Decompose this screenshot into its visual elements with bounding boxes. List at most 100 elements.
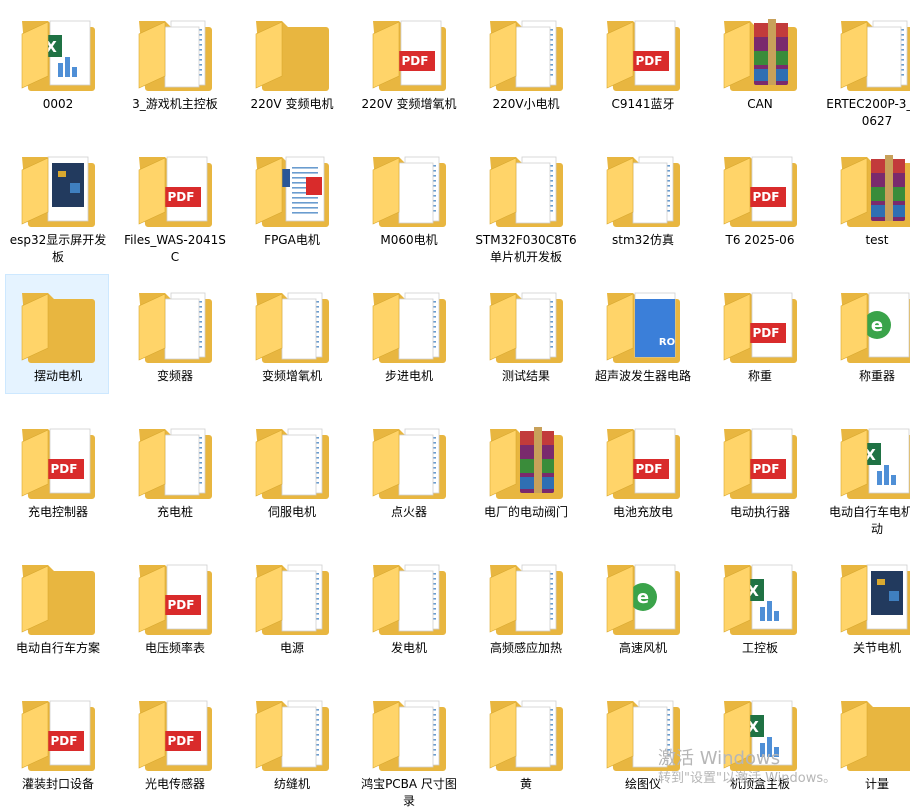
- folder-doc-icon: [248, 279, 336, 367]
- folder-item[interactable]: 关节电机: [824, 546, 910, 666]
- folder-label: 称重器: [858, 369, 895, 383]
- svg-text:PDF: PDF: [753, 326, 780, 340]
- folder-label: 计量: [864, 777, 889, 791]
- folder-pdf-icon: PDF: [131, 143, 219, 231]
- svg-text:PDF: PDF: [168, 190, 195, 204]
- folder-pdf-icon: PDF: [716, 415, 804, 503]
- folder-label: 摆动电机: [33, 369, 82, 383]
- file-grid: X 0002 3_游戏机主控板 220V 变频电机 PDF 220V 变频增氧机 220V小…: [0, 0, 910, 808]
- folder-label: 变频增氧机: [261, 369, 322, 383]
- folder-doc-icon: [482, 687, 570, 775]
- svg-text:PDF: PDF: [168, 734, 195, 748]
- folder-label: 工控板: [741, 641, 778, 655]
- folder-item[interactable]: 发电机: [356, 546, 460, 666]
- folder-item[interactable]: X电动自行车电机驱动: [824, 410, 910, 536]
- folder-label: ERTEC200P-3_240627: [826, 97, 910, 128]
- folder-label: stm32仿真: [612, 233, 674, 247]
- svg-text:PDF: PDF: [168, 598, 195, 612]
- folder-doc-icon: [248, 551, 336, 639]
- folder-label: 电动执行器: [729, 505, 790, 519]
- folder-item[interactable]: PDF C9141蓝牙: [590, 2, 694, 122]
- folder-item[interactable]: PDF 光电传感器: [122, 682, 226, 802]
- folder-label: 电压频率表: [144, 641, 205, 655]
- folder-item[interactable]: 变频器: [122, 274, 226, 394]
- folder-doc-icon: [365, 551, 453, 639]
- folder-item[interactable]: STM32F030C8T6单片机开发板: [473, 138, 577, 264]
- folder-empty-icon: [14, 279, 102, 367]
- folder-label: 鸿宝PCBA 尺寸图录: [361, 777, 457, 808]
- folder-item[interactable]: PDF 电池充放电: [590, 410, 694, 530]
- folder-item[interactable]: PDF T6 2025-06: [707, 138, 811, 258]
- folder-item[interactable]: stm32仿真: [590, 138, 694, 258]
- folder-label: 点火器: [390, 505, 427, 519]
- folder-label: 测试结果: [501, 369, 550, 383]
- folder-doc-icon: [365, 687, 453, 775]
- folder-excel-icon: X: [14, 7, 102, 95]
- svg-text:e: e: [637, 587, 649, 608]
- folder-item[interactable]: esp32显示屏开发板: [5, 138, 109, 264]
- folder-item[interactable]: PDF 充电控制器: [5, 410, 109, 530]
- folder-item[interactable]: e 高速风机: [590, 546, 694, 666]
- folder-item[interactable]: RO 超声波发生器电路: [590, 274, 694, 394]
- folder-empty-icon: [14, 551, 102, 639]
- folder-item[interactable]: 黄: [473, 682, 577, 802]
- folder-item[interactable]: 220V小电机: [473, 2, 577, 122]
- folder-doc-icon: [131, 415, 219, 503]
- folder-pdf-icon: PDF: [131, 551, 219, 639]
- folder-item[interactable]: X 工控板: [707, 546, 811, 666]
- folder-item[interactable]: 高频感应加热: [473, 546, 577, 666]
- folder-item[interactable]: 充电桩: [122, 410, 226, 530]
- folder-pdf-icon: PDF: [365, 7, 453, 95]
- folder-item[interactable]: PDF 称重: [707, 274, 811, 394]
- folder-item[interactable]: PDF 电动执行器: [707, 410, 811, 530]
- folder-item[interactable]: e 称重器: [824, 274, 910, 394]
- activation-subtitle: 转到"设置"以激活 Windows。: [658, 771, 837, 786]
- folder-label: 发电机: [390, 641, 427, 655]
- svg-text:PDF: PDF: [51, 734, 78, 748]
- folder-label: 步进电机: [384, 369, 433, 383]
- folder-empty-icon: [833, 687, 910, 775]
- folder-item[interactable]: FPGA电机: [239, 138, 343, 258]
- folder-label: 黄: [519, 777, 532, 791]
- folder-item[interactable]: 电源: [239, 546, 343, 666]
- folder-item[interactable]: PDF Files_WAS-2041SC: [122, 138, 226, 264]
- folder-item[interactable]: 摆动电机: [5, 274, 109, 394]
- folder-item[interactable]: PDF 电压频率表: [122, 546, 226, 666]
- folder-item[interactable]: 伺服电机: [239, 410, 343, 530]
- folder-item[interactable]: 测试结果: [473, 274, 577, 394]
- folder-doc-icon: [833, 7, 910, 95]
- folder-label: C9141蓝牙: [611, 97, 675, 111]
- folder-doc-icon: [482, 551, 570, 639]
- folder-item[interactable]: X 0002: [5, 2, 109, 122]
- folder-pdf-icon: PDF: [131, 687, 219, 775]
- folder-label: esp32显示屏开发板: [9, 233, 107, 264]
- folder-item[interactable]: 电动自行车方案: [5, 546, 109, 666]
- folder-item[interactable]: M060电机: [356, 138, 460, 258]
- folder-doc-icon: [482, 7, 570, 95]
- folder-pdf-icon: PDF: [14, 687, 102, 775]
- folder-item[interactable]: 电厂的电动阀门: [473, 410, 577, 530]
- folder-winrar-icon: [716, 7, 804, 95]
- folder-label: 灌装封口设备: [21, 777, 94, 791]
- folder-label: 220V 变频增氧机: [361, 97, 457, 111]
- svg-text:PDF: PDF: [51, 462, 78, 476]
- folder-item[interactable]: 计量: [824, 682, 910, 802]
- folder-label: 变频器: [156, 369, 193, 383]
- folder-item[interactable]: 鸿宝PCBA 尺寸图录: [356, 682, 460, 808]
- folder-item[interactable]: 点火器: [356, 410, 460, 530]
- folder-item[interactable]: PDF 灌装封口设备: [5, 682, 109, 802]
- folder-label: 电池充放电: [612, 505, 673, 519]
- folder-item[interactable]: 步进电机: [356, 274, 460, 394]
- folder-doc-icon: [365, 143, 453, 231]
- folder-item[interactable]: 220V 变频电机: [239, 2, 343, 122]
- folder-item[interactable]: 纺缝机: [239, 682, 343, 802]
- folder-item[interactable]: 3_游戏机主控板: [122, 2, 226, 122]
- folder-item[interactable]: PDF 220V 变频增氧机: [356, 2, 460, 122]
- folder-item[interactable]: ERTEC200P-3_240627: [824, 2, 910, 128]
- folder-label: 电源: [279, 641, 304, 655]
- folder-label: 3_游戏机主控板: [132, 97, 218, 111]
- folder-item[interactable]: 变频增氧机: [239, 274, 343, 394]
- folder-item[interactable]: test: [824, 138, 910, 258]
- folder-item[interactable]: CAN: [707, 2, 811, 122]
- folder-label: 伺服电机: [267, 505, 316, 519]
